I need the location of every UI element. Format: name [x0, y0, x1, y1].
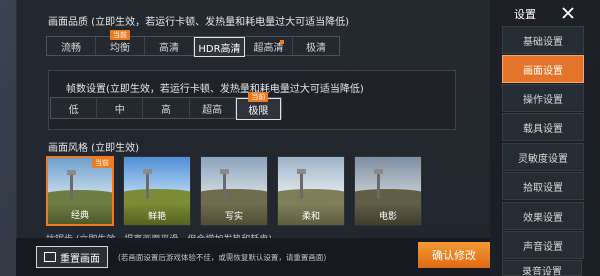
style-option-cinematic[interactable]: 电影 [354, 156, 422, 226]
new-dot [279, 40, 284, 44]
quality-option-ultra-hd[interactable]: 超高清 [245, 37, 293, 55]
quality-option-extreme-hd[interactable]: 极清 [293, 37, 339, 55]
tower-graphic [67, 170, 76, 200]
tower-graphic [143, 169, 152, 199]
current-badge: 当前 [248, 92, 269, 102]
sidebar-item-pickup[interactable]: 拾取设置 [502, 172, 584, 200]
close-button[interactable] [556, 2, 580, 24]
sidebar-item-sound[interactable]: 声音设置 [502, 231, 584, 259]
style-section-title: 画面风格 (立即生效) [48, 143, 139, 154]
reset-note: (若画面设置后游戏体验不佳，或需恢复默认设置，请重置画面) [118, 253, 327, 262]
sidebar-item-vehicle[interactable]: 载具设置 [502, 113, 584, 141]
tower-graphic [220, 169, 229, 199]
style-option-soft[interactable]: 柔和 [277, 156, 345, 226]
sidebar-item-effects[interactable]: 效果设置 [502, 202, 584, 230]
fps-segmented-control: 低 中 高 超高 当前 极限 [50, 92, 282, 120]
quality-segmented-control: 流畅 当前 均衡 高清 HDR高清 超高清 极清 [46, 30, 340, 57]
sidebar-item-sensitivity[interactable]: 灵敏度设置 [502, 143, 584, 171]
tower-graphic [297, 169, 306, 199]
current-badge: 当前 [110, 30, 130, 40]
fps-option-high[interactable]: 高 [143, 98, 190, 118]
style-thumbnail-list: 当前 经典 鲜艳 写实 柔和 电影 [46, 156, 422, 226]
style-option-realistic[interactable]: 写实 [200, 156, 268, 226]
quality-section-title: 画面品质 (立即生效，若运行卡顿、发热量和耗电量过大可适当降低) [48, 17, 349, 28]
fps-option-low[interactable]: 低 [51, 98, 98, 118]
content-scrollbar[interactable] [490, 0, 498, 276]
quality-option-hdr-hd[interactable]: HDR高清 [194, 37, 245, 57]
fps-option-ultra[interactable]: 超高 [190, 98, 236, 118]
reset-display-button[interactable]: 重置画面 [36, 246, 108, 268]
reset-icon [44, 252, 56, 262]
sidebar-item-basic[interactable]: 基础设置 [502, 26, 584, 54]
fps-option-medium[interactable]: 中 [97, 98, 144, 118]
fps-option-extreme[interactable]: 当前 极限 [235, 92, 281, 120]
tower-graphic [374, 169, 383, 199]
quality-option-balanced[interactable]: 当前 均衡 [96, 30, 145, 55]
sidebar-item-graphics[interactable]: 画面设置 [502, 55, 584, 83]
current-badge: 当前 [92, 158, 112, 168]
style-option-vivid[interactable]: 鲜艳 [123, 156, 191, 226]
sidebar-item-voice[interactable]: 录音设置 [502, 260, 582, 276]
fps-section-title: 帧数设置(立即生效，若运行卡顿、发热量和耗电量过大可适当降低) [66, 84, 364, 95]
close-icon [562, 7, 574, 19]
quality-option-hd[interactable]: 高清 [145, 37, 194, 55]
quality-option-smooth[interactable]: 流畅 [47, 37, 96, 55]
confirm-changes-button[interactable]: 确认修改 [418, 242, 490, 268]
sidebar-item-controls[interactable]: 操作设置 [502, 84, 584, 112]
style-option-classic[interactable]: 当前 经典 [46, 156, 114, 226]
sidebar-title: 设置 [514, 8, 536, 21]
